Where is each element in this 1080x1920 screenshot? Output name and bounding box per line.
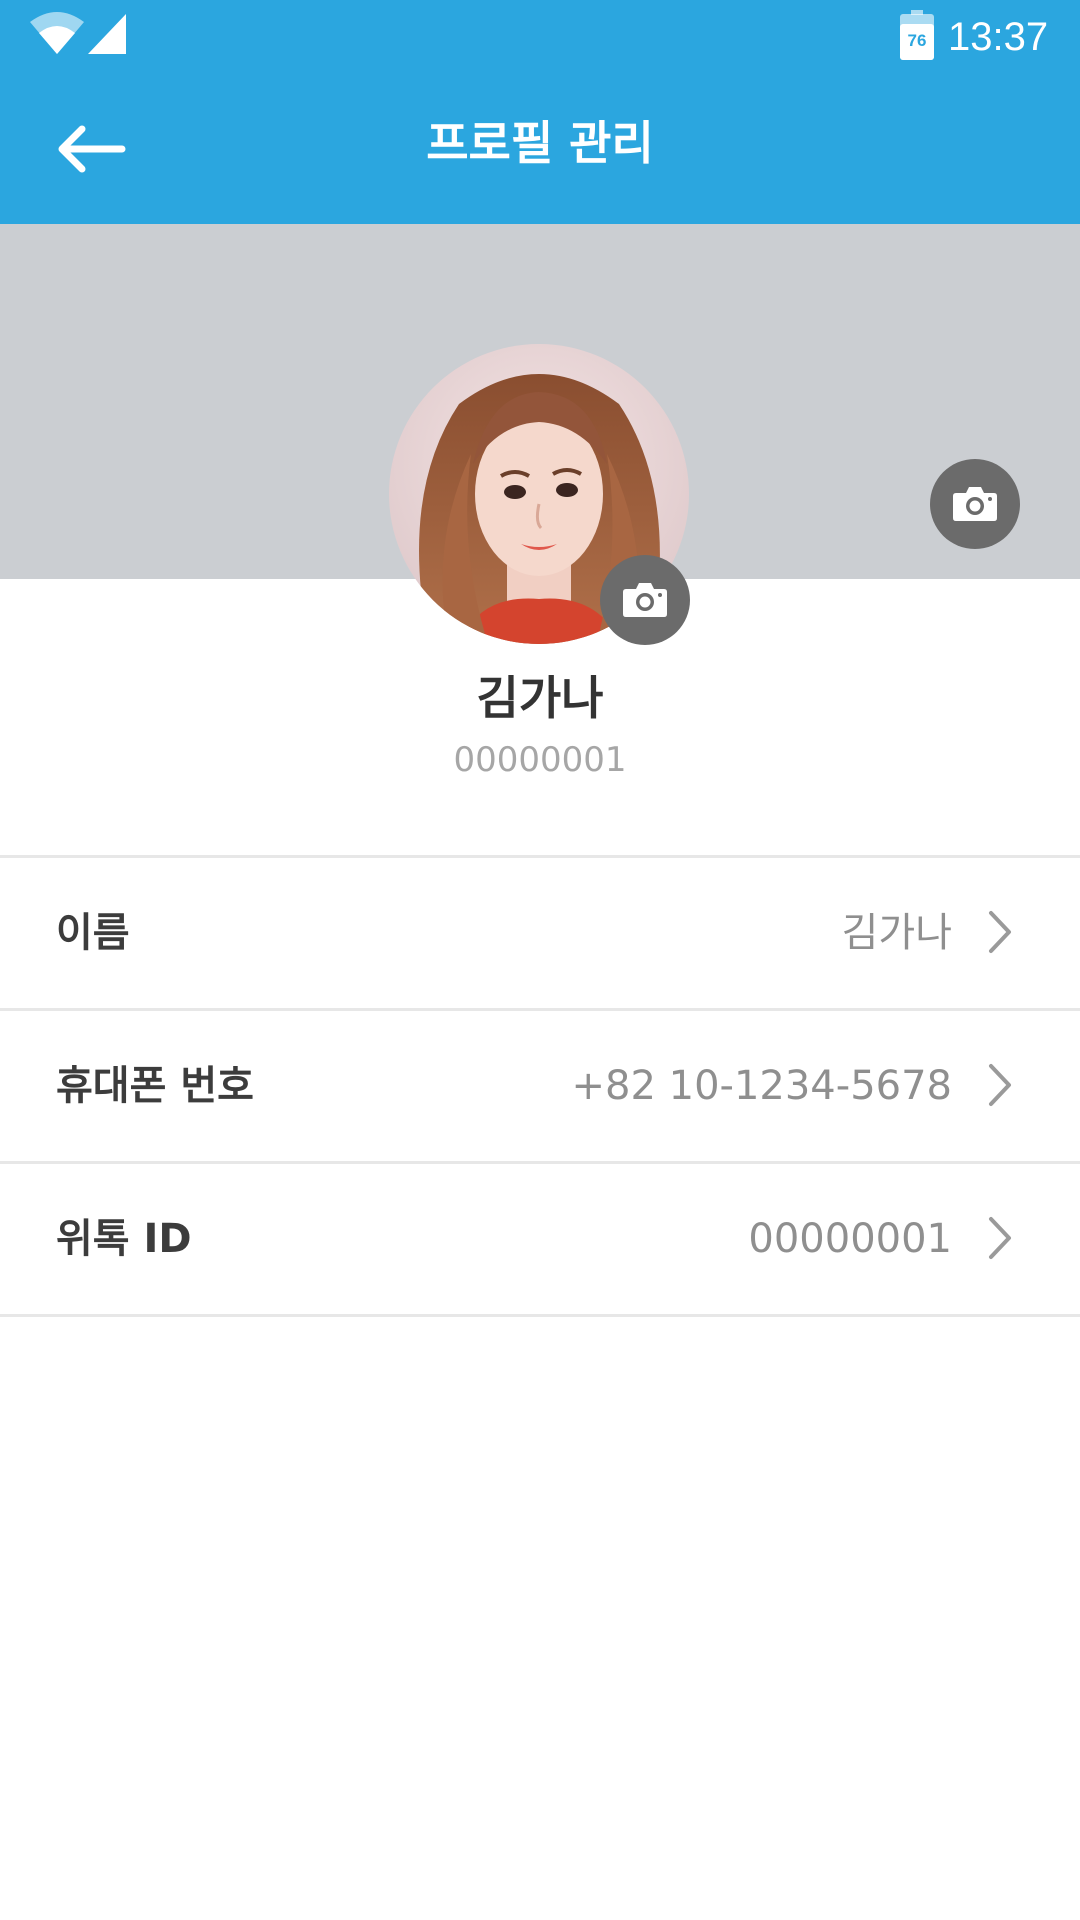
wifi-icon — [30, 12, 84, 54]
profile-name: 김가나 — [476, 671, 604, 725]
wetalk-id-row[interactable]: 위톡 ID 00000001 — [0, 1164, 1080, 1317]
status-time: 13:37 — [948, 15, 1049, 59]
chevron-right-icon — [989, 1217, 1011, 1259]
page-title: 프로필 관리 — [426, 116, 654, 170]
chevron-right-icon — [989, 1064, 1011, 1106]
profile-id: 00000001 — [453, 740, 627, 780]
battery-icon: 76 — [900, 10, 934, 60]
row-value: +82 10-1234-5678 — [571, 1063, 953, 1109]
battery-level: 76 — [908, 31, 927, 50]
row-value: 00000001 — [748, 1216, 952, 1262]
row-label: 이름 — [56, 910, 130, 956]
signal-icon — [88, 14, 126, 54]
toolbar: 프로필 관리 — [0, 72, 1080, 224]
phone-number-row[interactable]: 휴대폰 번호 +82 10-1234-5678 — [0, 1011, 1080, 1164]
avatar-camera-button[interactable] — [600, 555, 690, 645]
app-bar: 76 13:37 프로필 관리 — [0, 0, 1080, 224]
camera-icon — [623, 583, 667, 617]
row-label: 휴대폰 번호 — [56, 1063, 254, 1109]
name-row[interactable]: 이름 김가나 — [0, 858, 1080, 1011]
settings-list: 이름 김가나 휴대폰 번호 +82 10-1234-5678 위톡 ID 000… — [0, 855, 1080, 1317]
chevron-right-icon — [989, 911, 1011, 953]
camera-icon — [953, 487, 997, 521]
row-label: 위톡 ID — [56, 1216, 192, 1262]
cover-camera-button[interactable] — [930, 459, 1020, 549]
row-value: 김가나 — [841, 910, 952, 956]
status-bar: 76 13:37 — [0, 0, 1080, 72]
